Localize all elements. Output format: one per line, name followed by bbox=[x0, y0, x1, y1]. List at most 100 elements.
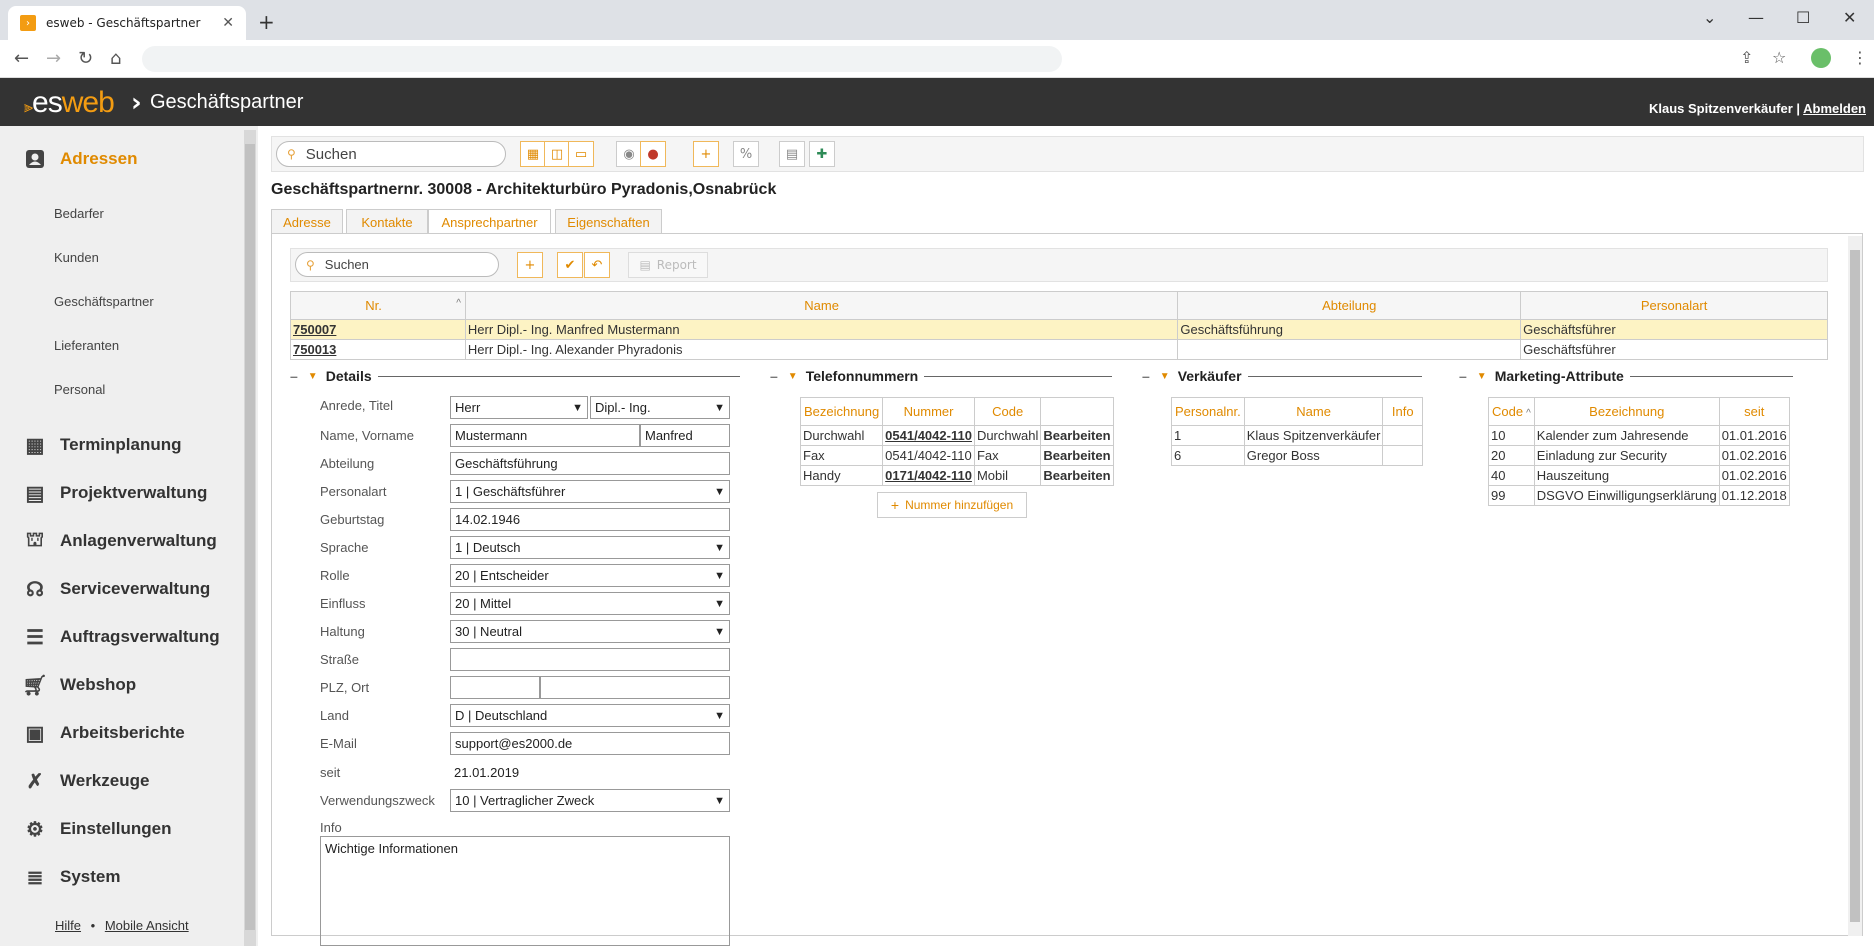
personalart-select[interactable]: 1 | Geschäftsführer ▼ bbox=[450, 480, 730, 503]
add-contact-icon[interactable]: + bbox=[517, 252, 543, 278]
forward-icon[interactable]: → bbox=[46, 48, 61, 69]
name-field[interactable]: Mustermann bbox=[450, 424, 640, 447]
sidebar-item-serviceverwaltung[interactable]: ☊ Serviceverwaltung bbox=[22, 577, 210, 601]
column-header-seit[interactable]: seit bbox=[1718, 397, 1790, 426]
email-field[interactable]: support@es2000.de bbox=[450, 732, 730, 755]
sidebar-item-einstellungen[interactable]: ⚙ Einstellungen bbox=[22, 817, 171, 841]
back-icon[interactable]: ← bbox=[14, 48, 29, 69]
zweck-select[interactable]: 10 | Vertraglicher Zweck ▼ bbox=[450, 789, 730, 812]
bookmark-star-icon[interactable]: ☆ bbox=[1772, 48, 1786, 67]
maximize-button[interactable]: ☐ bbox=[1796, 8, 1810, 27]
detail-view-icon[interactable]: ◫ bbox=[544, 141, 570, 167]
folder-icon[interactable]: ▭ bbox=[568, 141, 594, 167]
plz-field[interactable] bbox=[450, 676, 540, 699]
tab-adresse[interactable]: Adresse bbox=[271, 209, 343, 234]
sidebar-item-terminplanung[interactable]: ▦ Terminplanung bbox=[22, 433, 182, 457]
edit-phone-button[interactable]: Bearbeiten bbox=[1040, 465, 1114, 486]
main-search-input[interactable]: ⚲ Suchen bbox=[276, 141, 506, 167]
sidebar-item-anlagenverwaltung[interactable]: ⛫ Anlagenverwaltung bbox=[22, 529, 217, 553]
ort-field[interactable] bbox=[540, 676, 730, 699]
table-row[interactable]: 6 Gregor Boss bbox=[1171, 445, 1423, 466]
column-header-nr[interactable]: Nr. ^ bbox=[290, 291, 466, 320]
phone-number-link[interactable]: 0541/4042-110 bbox=[882, 425, 975, 446]
anrede-select[interactable]: Herr ▼ bbox=[450, 396, 588, 419]
column-header-name[interactable]: Name bbox=[1243, 397, 1384, 426]
section-sellers-header[interactable]: – ▼ Verkäufer bbox=[1142, 368, 1422, 384]
rolle-select[interactable]: 20 | Entscheider ▼ bbox=[450, 564, 730, 587]
sidebar-subitem-bedarfer[interactable]: Bedarfer bbox=[54, 206, 104, 221]
table-row[interactable]: Fax 0541/4042-110 Fax Bearbeiten bbox=[799, 445, 1114, 466]
sprache-select[interactable]: 1 | Deutsch ▼ bbox=[450, 536, 730, 559]
panel-scrollbar-thumb[interactable] bbox=[1850, 250, 1860, 922]
sidebar-item-arbeitsberichte[interactable]: ▣ Arbeitsberichte bbox=[22, 721, 185, 745]
section-details-header[interactable]: – ▼ Details bbox=[290, 368, 740, 384]
einfluss-select[interactable]: 20 | Mittel ▼ bbox=[450, 592, 730, 615]
table-row[interactable]: 1 Klaus Spitzenverkäufer bbox=[1171, 425, 1423, 446]
section-marketing-header[interactable]: – ▼ Marketing-Attribute bbox=[1459, 368, 1793, 384]
column-header-code[interactable]: Code bbox=[973, 397, 1042, 426]
haltung-select[interactable]: 30 | Neutral ▼ bbox=[450, 620, 730, 643]
sidebar-item-projektverwaltung[interactable]: ▤ Projektverwaltung bbox=[22, 481, 208, 505]
binoculars-icon[interactable]: ◉ bbox=[616, 141, 642, 167]
geburtstag-field[interactable]: 14.02.1946 bbox=[450, 508, 730, 531]
new-tab-button[interactable]: + bbox=[258, 10, 275, 34]
vorname-field[interactable]: Manfred bbox=[640, 424, 730, 447]
column-header-name[interactable]: Name bbox=[464, 291, 1179, 320]
table-row[interactable]: 750013 Herr Dipl.- Ing. Alexander Phyrad… bbox=[290, 339, 1828, 360]
column-header-info[interactable]: Info bbox=[1382, 397, 1423, 426]
share-icon[interactable]: ⇪ bbox=[1740, 48, 1753, 67]
document-icon[interactable]: ▤ bbox=[779, 141, 805, 167]
contact-nr[interactable]: 750007 bbox=[290, 319, 466, 340]
column-header-personalnr[interactable]: Personalnr. bbox=[1171, 397, 1245, 426]
profile-avatar[interactable] bbox=[1811, 48, 1831, 68]
tab-kontakte[interactable]: Kontakte bbox=[346, 209, 428, 234]
sidebar-item-system[interactable]: ≣ System bbox=[22, 865, 121, 889]
excel-export-icon[interactable]: ✚ bbox=[809, 141, 835, 167]
report-button[interactable]: ▤ Report bbox=[628, 252, 708, 278]
table-row[interactable]: 750007 Herr Dipl.- Ing. Manfred Musterma… bbox=[290, 319, 1828, 340]
strasse-field[interactable] bbox=[450, 648, 730, 671]
table-row[interactable]: 10 Kalender zum Jahresende 01.01.2016 bbox=[1488, 425, 1790, 446]
sidebar-item-werkzeuge[interactable]: ✗ Werkzeuge bbox=[22, 769, 150, 793]
info-textarea[interactable]: Wichtige Informationen bbox=[320, 836, 730, 946]
logout-link[interactable]: Abmelden bbox=[1803, 101, 1866, 116]
filter-icon[interactable]: ● bbox=[640, 141, 666, 167]
column-header-code[interactable]: Code ^ bbox=[1488, 397, 1535, 426]
browser-menu-icon[interactable]: ⋮ bbox=[1852, 48, 1868, 67]
contact-search-input[interactable]: ⚲ Suchen bbox=[295, 252, 499, 277]
close-tab-icon[interactable]: ✕ bbox=[222, 15, 234, 31]
land-select[interactable]: D | Deutschland ▼ bbox=[450, 704, 730, 727]
table-row[interactable]: Durchwahl 0541/4042-110 Durchwahl Bearbe… bbox=[799, 425, 1114, 446]
sidebar-item-webshop[interactable]: 🛒︎ Webshop bbox=[22, 673, 136, 697]
url-field[interactable] bbox=[142, 46, 1062, 72]
tab-search-icon[interactable]: ⌄ bbox=[1703, 8, 1716, 27]
esweb-logo[interactable]: ⫸esweb bbox=[24, 86, 115, 120]
table-row[interactable]: Handy 0171/4042-110 Mobil Bearbeiten bbox=[799, 465, 1114, 486]
tab-eigenschaften[interactable]: Eigenschaften bbox=[555, 209, 662, 234]
table-row[interactable]: 20 Einladung zur Security 01.02.2016 bbox=[1488, 445, 1790, 466]
sidebar-subitem-personal[interactable]: Personal bbox=[54, 382, 105, 397]
close-window-button[interactable]: ✕ bbox=[1843, 8, 1856, 27]
sidebar-item-auftragsverwaltung[interactable]: ☰ Auftragsverwaltung bbox=[22, 625, 220, 649]
list-view-icon[interactable]: ▦ bbox=[520, 141, 546, 167]
column-header-personalart[interactable]: Personalart bbox=[1520, 291, 1828, 320]
titel-select[interactable]: Dipl.- Ing. ▼ bbox=[590, 396, 730, 419]
save-check-icon[interactable]: ✔ bbox=[557, 252, 583, 278]
edit-phone-button[interactable]: Bearbeiten bbox=[1040, 445, 1114, 466]
sidebar-item-adressen[interactable]: Adressen bbox=[22, 147, 137, 171]
mobile-view-link[interactable]: Mobile Ansicht bbox=[105, 918, 189, 933]
column-header-bezeichnung[interactable]: Bezeichnung bbox=[799, 397, 884, 426]
sidebar-subitem-lieferanten[interactable]: Lieferanten bbox=[54, 338, 119, 353]
sidebar-subitem-geschaeftspartner[interactable]: Geschäftspartner bbox=[54, 294, 154, 309]
undo-icon[interactable]: ↶ bbox=[584, 252, 610, 278]
add-number-button[interactable]: + Nummer hinzufügen bbox=[877, 492, 1027, 518]
sidebar-subitem-kunden[interactable]: Kunden bbox=[54, 250, 99, 265]
table-row[interactable]: 40 Hauszeitung 01.02.2016 bbox=[1488, 465, 1790, 486]
help-link[interactable]: Hilfe bbox=[55, 918, 81, 933]
sidebar-scrollbar-thumb[interactable] bbox=[245, 144, 255, 930]
minimize-button[interactable]: — bbox=[1748, 8, 1764, 27]
tab-ansprechpartner[interactable]: Ansprechpartner bbox=[428, 209, 551, 235]
phone-number-link[interactable]: 0171/4042-110 bbox=[882, 465, 975, 486]
column-header-bezeichnung[interactable]: Bezeichnung bbox=[1533, 397, 1720, 426]
abteilung-field[interactable]: Geschäftsführung bbox=[450, 452, 730, 475]
